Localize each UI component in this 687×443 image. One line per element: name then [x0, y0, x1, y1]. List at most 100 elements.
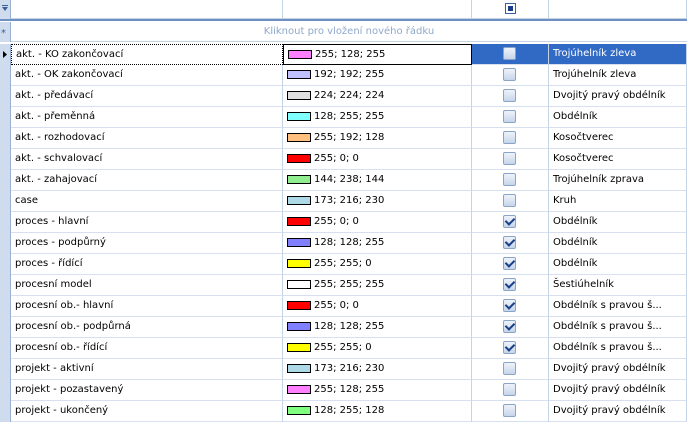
cell-shape[interactable]: Dvojitý pravý obdélník — [549, 86, 687, 107]
row-checkbox[interactable] — [503, 341, 516, 354]
cell-checkbox[interactable] — [472, 128, 549, 149]
cell-checkbox[interactable] — [472, 212, 549, 233]
cell-checkbox[interactable] — [472, 317, 549, 338]
cell-name[interactable]: procesní ob.- řídící — [11, 338, 283, 359]
cell-name[interactable]: proces - řídící — [11, 254, 283, 275]
filter-cell-shape[interactable] — [549, 0, 687, 19]
cell-checkbox[interactable] — [472, 170, 549, 191]
row-checkbox[interactable] — [503, 257, 516, 270]
row-indicator[interactable] — [0, 317, 11, 338]
cell-color[interactable]: 255; 255; 255 — [283, 275, 472, 296]
row-checkbox[interactable] — [503, 215, 516, 228]
row-indicator[interactable] — [0, 233, 11, 254]
cell-color[interactable]: 255; 255; 0 — [283, 338, 472, 359]
cell-shape[interactable]: Kruh — [549, 191, 687, 212]
cell-shape[interactable]: Kosočtverec — [549, 149, 687, 170]
cell-checkbox[interactable] — [472, 380, 549, 401]
cell-name[interactable]: akt. - přeměnná — [11, 107, 283, 128]
cell-color[interactable]: 255; 128; 255 — [283, 380, 472, 401]
cell-name[interactable]: projekt - ukončený — [11, 401, 283, 422]
row-indicator[interactable] — [0, 65, 11, 86]
row-checkbox[interactable] — [503, 278, 516, 291]
cell-checkbox[interactable] — [472, 107, 549, 128]
cell-color[interactable]: 173; 216; 230 — [283, 191, 472, 212]
cell-checkbox[interactable] — [472, 44, 549, 65]
row-checkbox[interactable] — [503, 362, 516, 375]
cell-checkbox[interactable] — [472, 338, 549, 359]
cell-checkbox[interactable] — [472, 149, 549, 170]
row-indicator[interactable] — [0, 254, 11, 275]
row-checkbox[interactable] — [503, 404, 516, 417]
cell-shape[interactable]: Dvojitý pravý obdélník — [549, 380, 687, 401]
cell-shape[interactable]: Šestiúhelník — [549, 275, 687, 296]
row-checkbox[interactable] — [503, 299, 516, 312]
cell-shape[interactable]: Trojúhelník zleva — [549, 44, 687, 65]
row-indicator[interactable] — [0, 275, 11, 296]
cell-color[interactable]: 255; 0; 0 — [283, 149, 472, 170]
row-checkbox[interactable] — [503, 47, 516, 60]
row-indicator[interactable] — [0, 191, 11, 212]
row-indicator[interactable] — [0, 401, 11, 422]
row-indicator[interactable] — [0, 107, 11, 128]
cell-shape[interactable]: Trojúhelník zleva — [549, 65, 687, 86]
row-indicator[interactable] — [0, 338, 11, 359]
new-row-prompt[interactable]: Kliknout pro vložení nového řádku — [11, 22, 687, 42]
cell-shape[interactable]: Dvojitý pravý obdélník — [549, 401, 687, 422]
cell-shape[interactable]: Obdélník s pravou š... — [549, 317, 687, 338]
row-checkbox[interactable] — [503, 89, 516, 102]
cell-color[interactable]: 173; 216; 230 — [283, 359, 472, 380]
cell-name[interactable]: akt. - předávací — [11, 86, 283, 107]
cell-shape[interactable]: Obdélník — [549, 107, 687, 128]
row-checkbox[interactable] — [503, 131, 516, 144]
row-indicator[interactable] — [0, 128, 11, 149]
cell-checkbox[interactable] — [472, 86, 549, 107]
row-indicator[interactable] — [0, 359, 11, 380]
row-checkbox[interactable] — [503, 173, 516, 186]
row-indicator[interactable] — [0, 170, 11, 191]
row-checkbox[interactable] — [503, 236, 516, 249]
cell-shape[interactable]: Obdélník s pravou š... — [549, 338, 687, 359]
cell-name[interactable]: procesní ob.- podpůrná — [11, 317, 283, 338]
cell-color[interactable]: 255; 255; 0 — [283, 254, 472, 275]
cell-name[interactable]: proces - podpůrný — [11, 233, 283, 254]
filter-check-icon[interactable] — [505, 3, 516, 14]
row-checkbox[interactable] — [503, 194, 516, 207]
row-indicator[interactable] — [0, 149, 11, 170]
row-indicator[interactable] — [0, 44, 11, 65]
cell-color[interactable]: 255; 128; 255 — [283, 44, 472, 65]
cell-shape[interactable]: Dvojitý pravý obdélník — [549, 359, 687, 380]
cell-color[interactable]: 128; 255; 255 — [283, 107, 472, 128]
cell-color[interactable]: 144; 238; 144 — [283, 170, 472, 191]
row-checkbox[interactable] — [503, 110, 516, 123]
cell-color[interactable]: 128; 128; 255 — [283, 317, 472, 338]
cell-name[interactable]: akt. - schvalovací — [11, 149, 283, 170]
cell-name[interactable]: akt. - rozhodovací — [11, 128, 283, 149]
cell-name[interactable]: projekt - pozastavený — [11, 380, 283, 401]
row-checkbox[interactable] — [503, 320, 516, 333]
cell-checkbox[interactable] — [472, 401, 549, 422]
cell-checkbox[interactable] — [472, 254, 549, 275]
cell-color[interactable]: 192; 192; 255 — [283, 65, 472, 86]
cell-checkbox[interactable] — [472, 296, 549, 317]
cell-checkbox[interactable] — [472, 233, 549, 254]
cell-name[interactable]: case — [11, 191, 283, 212]
cell-color[interactable]: 224; 224; 224 — [283, 86, 472, 107]
row-indicator[interactable] — [0, 86, 11, 107]
cell-color[interactable]: 255; 0; 0 — [283, 296, 472, 317]
cell-shape[interactable]: Obdélník — [549, 212, 687, 233]
row-indicator[interactable] — [0, 380, 11, 401]
cell-color[interactable]: 255; 0; 0 — [283, 212, 472, 233]
cell-checkbox[interactable] — [472, 65, 549, 86]
row-indicator[interactable] — [0, 212, 11, 233]
cell-checkbox[interactable] — [472, 359, 549, 380]
filter-cell-color[interactable] — [283, 0, 472, 19]
cell-checkbox[interactable] — [472, 275, 549, 296]
cell-name[interactable]: projekt - aktivní — [11, 359, 283, 380]
row-indicator[interactable] — [0, 296, 11, 317]
cell-shape[interactable]: Obdélník — [549, 254, 687, 275]
row-checkbox[interactable] — [503, 383, 516, 396]
cell-name[interactable]: akt. - KO zakončovací — [11, 44, 283, 65]
cell-color[interactable]: 128; 255; 128 — [283, 401, 472, 422]
row-checkbox[interactable] — [503, 68, 516, 81]
cell-checkbox[interactable] — [472, 191, 549, 212]
